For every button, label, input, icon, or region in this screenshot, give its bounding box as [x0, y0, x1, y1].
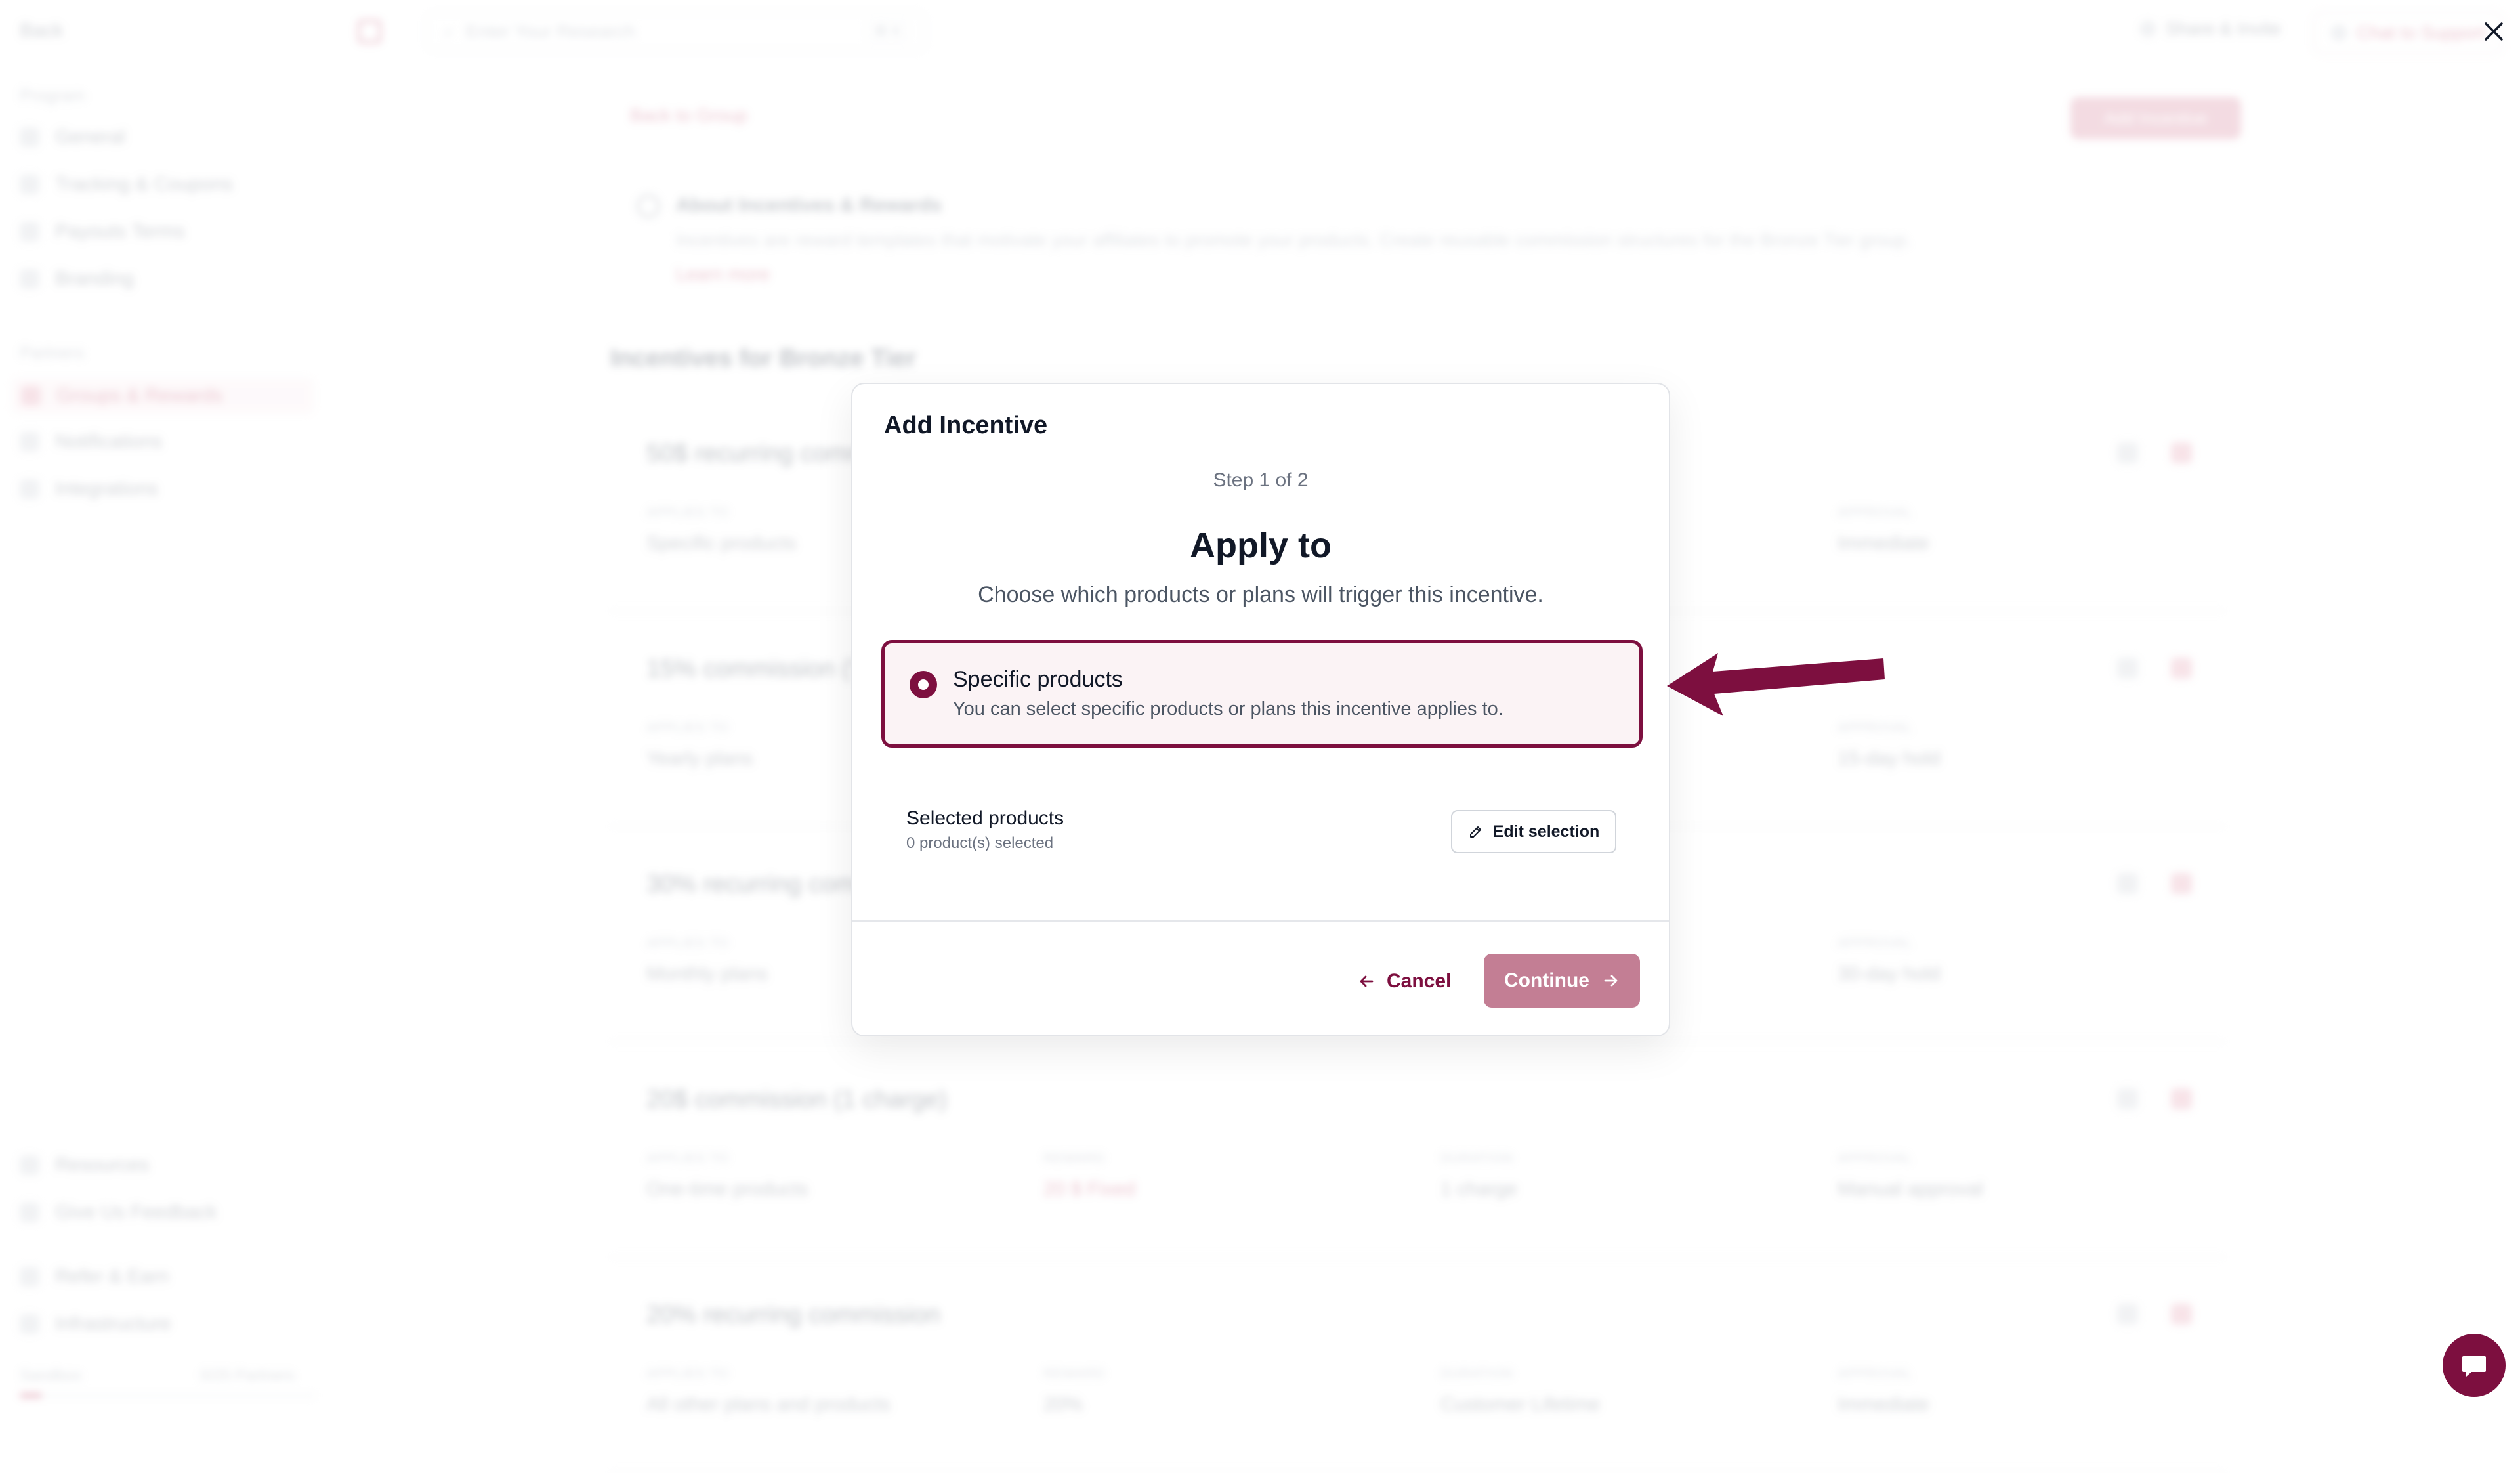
chat-bubble-icon: [2462, 1356, 2486, 1377]
option-title: Specific products: [953, 667, 1123, 692]
step-heading: Apply to: [1190, 526, 1332, 565]
edit-selection-button[interactable]: Edit selection: [1451, 810, 1616, 853]
cancel-button[interactable]: Cancel: [1358, 955, 1451, 1008]
continue-button[interactable]: Continue: [1484, 954, 1640, 1008]
footer-divider: [852, 920, 1669, 922]
pencil-icon: [1469, 826, 1481, 838]
option-description: You can select specific products or plan…: [953, 698, 1503, 719]
edit-selection-label: Edit selection: [1492, 822, 1600, 841]
selected-products-title: Selected products: [906, 807, 1064, 829]
selected-products-count: 0 product(s) selected: [906, 834, 1054, 852]
chat-launcher-button[interactable]: [2443, 1334, 2506, 1397]
arrow-left-icon: [1360, 975, 1374, 987]
option-specific-products[interactable]: Specific products You can select specifi…: [881, 640, 1643, 748]
add-incentive-modal: Add Incentive Step 1 of 2 Apply to Choos…: [851, 383, 1670, 1036]
step-indicator: Step 1 of 2: [1213, 469, 1309, 491]
arrow-right-icon: [1604, 975, 1618, 987]
radio-checked-icon[interactable]: [910, 671, 937, 698]
modal-title: Add Incentive: [884, 412, 1048, 439]
cancel-label: Cancel: [1387, 970, 1452, 992]
close-icon[interactable]: [2481, 18, 2507, 45]
continue-label: Continue: [1504, 970, 1589, 991]
annotation-arrow-icon: [1667, 653, 1885, 716]
step-subtitle: Choose which products or plans will trig…: [978, 582, 1544, 607]
